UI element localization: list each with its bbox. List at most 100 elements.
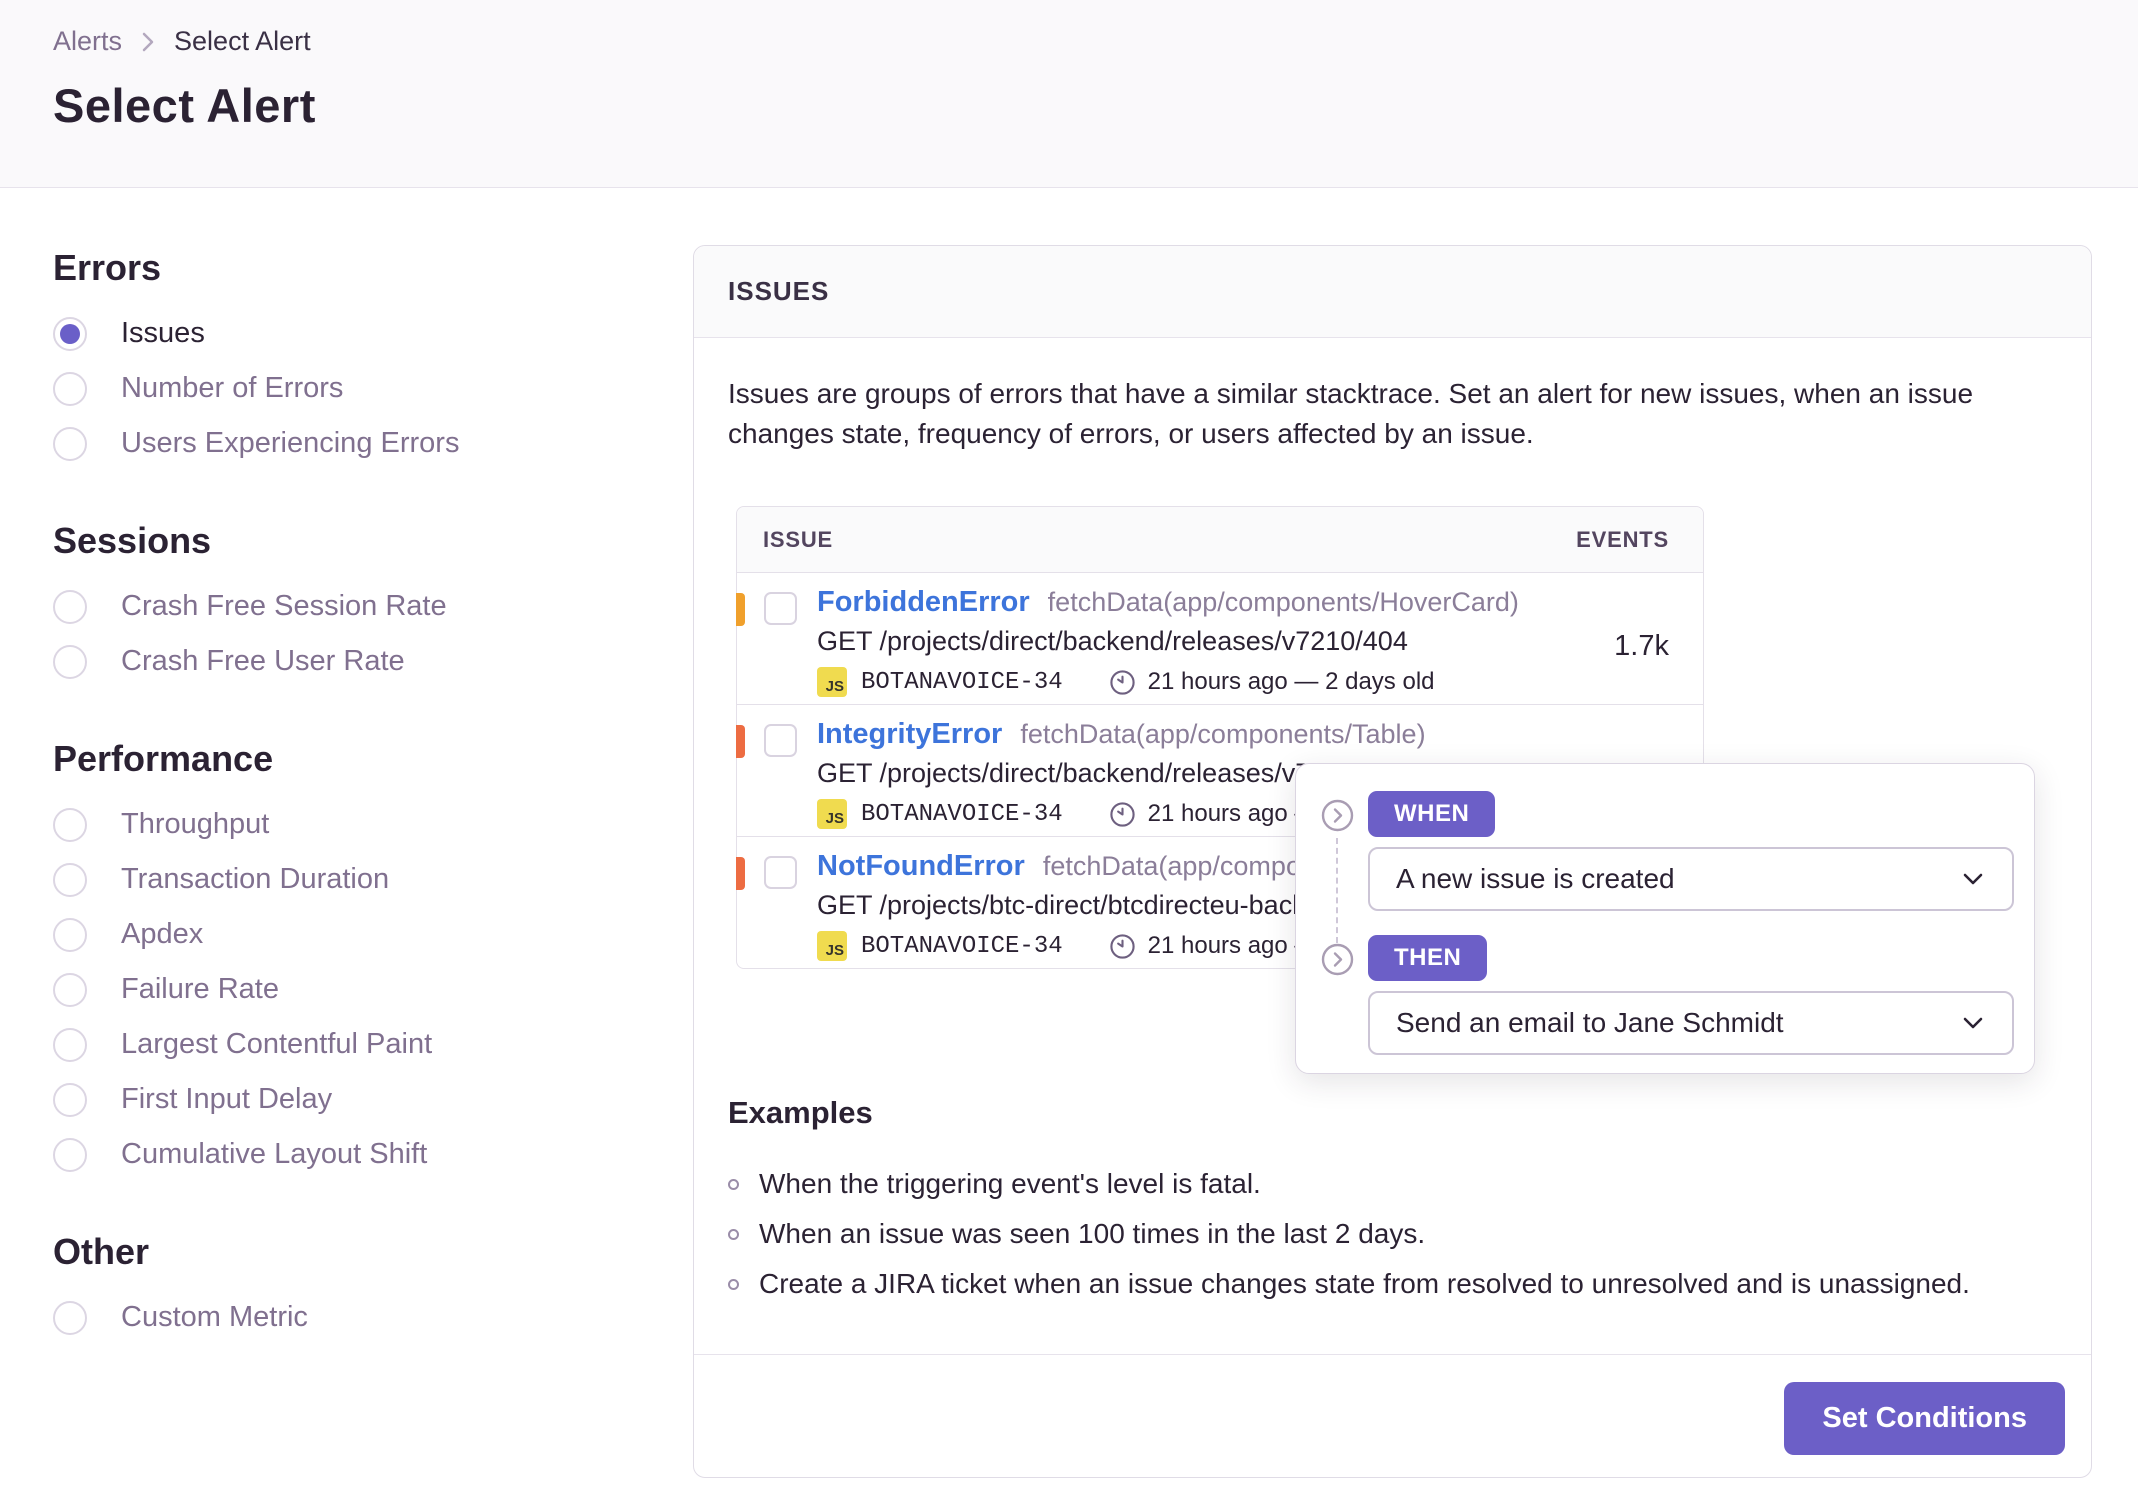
panel-header: ISSUES — [694, 246, 2091, 338]
radio-option-number-of-errors[interactable]: Number of Errors — [53, 361, 653, 416]
javascript-platform-icon: JS — [817, 931, 847, 961]
issue-row-forbiddenerror[interactable]: ForbiddenError fetchData(app/components/… — [736, 572, 1703, 704]
radio-option-throughput[interactable]: Throughput — [53, 797, 653, 852]
radio-option-crash-free-session-rate[interactable]: Crash Free Session Rate — [53, 579, 653, 634]
level-indicator — [736, 725, 745, 758]
breadcrumb: Alerts Select Alert — [53, 26, 311, 57]
radio-label: Transaction Duration — [121, 863, 390, 895]
issue-title-link[interactable]: NotFoundError — [817, 850, 1025, 883]
clock-icon — [1109, 801, 1135, 827]
radio-option-failure-rate[interactable]: Failure Rate — [53, 962, 653, 1017]
radio-button[interactable] — [53, 862, 87, 897]
bullet-icon — [728, 1178, 739, 1190]
javascript-platform-icon: JS — [817, 667, 847, 697]
radio-label: Crash Free User Rate — [121, 645, 405, 677]
issue-short-id: BOTANAVOICE-34 — [861, 932, 1063, 960]
level-indicator — [736, 593, 745, 626]
issue-short-id: BOTANAVOICE-34 — [861, 668, 1063, 696]
radio-button[interactable] — [53, 589, 87, 624]
panel-description: Issues are groups of errors that have a … — [728, 378, 1974, 449]
radio-label: Custom Metric — [121, 1301, 308, 1333]
issue-culprit: fetchData(app/components/HoverCard) — [1047, 587, 1519, 617]
issue-short-id: BOTANAVOICE-34 — [861, 800, 1063, 828]
radio-option-first-input-delay[interactable]: First Input Delay — [53, 1072, 653, 1127]
when-condition-value: A new issue is created — [1396, 863, 1675, 894]
alert-rule-preview-card: WHEN A new issue is created THEN Send an… — [1295, 763, 2035, 1074]
radio-button[interactable] — [53, 426, 87, 461]
level-indicator — [736, 857, 745, 890]
table-header-row: ISSUE EVENTS — [737, 507, 1703, 572]
radio-label: Issues — [121, 317, 205, 349]
example-item: Create a JIRA ticket when an issue chang… — [728, 1259, 1970, 1309]
panel-title: ISSUES — [728, 276, 830, 306]
examples-list: When the triggering event's level is fat… — [728, 1159, 1970, 1309]
chevron-circle-icon — [1321, 943, 1354, 976]
when-badge: WHEN — [1368, 791, 1496, 837]
page-header: Alerts Select Alert Select Alert — [0, 0, 2138, 188]
breadcrumb-alerts-link[interactable]: Alerts — [53, 26, 122, 57]
radio-button[interactable] — [53, 644, 87, 679]
radio-option-transaction-duration[interactable]: Transaction Duration — [53, 852, 653, 907]
clock-icon — [1109, 669, 1135, 695]
radio-option-cumulative-layout-shift[interactable]: Cumulative Layout Shift — [53, 1127, 653, 1182]
issue-checkbox[interactable] — [764, 592, 797, 625]
column-issue: ISSUE — [763, 526, 834, 552]
radio-option-largest-contentful-paint[interactable]: Largest Contentful Paint — [53, 1017, 653, 1072]
radio-button[interactable] — [53, 1082, 87, 1117]
chevron-down-icon — [1963, 1017, 1983, 1029]
example-item: When an issue was seen 100 times in the … — [728, 1209, 1970, 1259]
group-errors: Errors Issues Number of Errors Users Exp… — [53, 246, 653, 471]
issue-checkbox[interactable] — [764, 724, 797, 757]
radio-option-issues[interactable]: Issues — [53, 306, 653, 361]
radio-option-crash-free-user-rate[interactable]: Crash Free User Rate — [53, 634, 653, 689]
chevron-down-icon — [1963, 873, 1983, 885]
select-alert-page: Alerts Select Alert Select Alert Errors … — [0, 0, 2138, 1496]
radio-button[interactable] — [53, 316, 87, 351]
column-events: EVENTS — [1576, 526, 1669, 552]
radio-label: Apdex — [121, 918, 204, 950]
group-heading: Sessions — [53, 520, 212, 561]
group-other: Other Custom Metric — [53, 1230, 653, 1345]
then-action-select[interactable]: Send an email to Jane Schmidt — [1368, 991, 2014, 1055]
radio-label: Cumulative Layout Shift — [121, 1138, 428, 1170]
radio-option-users-experiencing-errors[interactable]: Users Experiencing Errors — [53, 416, 653, 471]
set-conditions-button[interactable]: Set Conditions — [1784, 1382, 2065, 1455]
example-item: When the triggering event's level is fat… — [728, 1159, 1970, 1209]
alert-type-sidebar: Errors Issues Number of Errors Users Exp… — [53, 246, 653, 1393]
then-action-value: Send an email to Jane Schmidt — [1396, 1007, 1784, 1038]
radio-label: First Input Delay — [121, 1083, 333, 1115]
group-heading: Other — [53, 1231, 150, 1272]
examples-section: Examples When the triggering event's lev… — [728, 1095, 1970, 1309]
radio-button[interactable] — [53, 917, 87, 952]
radio-label: Throughput — [121, 808, 270, 840]
when-condition-select[interactable]: A new issue is created — [1368, 847, 2014, 911]
radio-label: Number of Errors — [121, 372, 344, 404]
radio-button[interactable] — [53, 1027, 87, 1062]
group-heading: Performance — [53, 738, 274, 779]
group-performance: Performance Throughput Transaction Durat… — [53, 737, 653, 1182]
radio-button[interactable] — [53, 807, 87, 842]
chevron-circle-icon — [1321, 799, 1354, 832]
javascript-platform-icon: JS — [817, 799, 847, 829]
radio-button[interactable] — [53, 371, 87, 406]
issue-title-link[interactable]: IntegrityError — [817, 718, 1002, 751]
clock-icon — [1109, 933, 1135, 959]
panel-footer: Set Conditions — [694, 1354, 2091, 1477]
radio-button[interactable] — [53, 1137, 87, 1172]
radio-option-custom-metric[interactable]: Custom Metric — [53, 1290, 653, 1345]
page-title: Select Alert — [53, 79, 316, 132]
radio-label: Failure Rate — [121, 973, 279, 1005]
radio-button[interactable] — [53, 1300, 87, 1335]
then-badge: THEN — [1368, 935, 1488, 981]
examples-heading: Examples — [728, 1095, 873, 1130]
issue-title-link[interactable]: ForbiddenError — [817, 586, 1030, 619]
chevron-right-icon — [142, 32, 154, 51]
issue-culprit: fetchData(app/components/Table) — [1020, 719, 1426, 749]
issue-age: 21 hours ago — 2 days old — [1147, 668, 1435, 695]
radio-option-apdex[interactable]: Apdex — [53, 907, 653, 962]
radio-button[interactable] — [53, 972, 87, 1007]
group-heading: Errors — [53, 247, 162, 288]
issue-checkbox[interactable] — [764, 856, 797, 889]
events-count: 1.7k — [1614, 630, 1669, 662]
bullet-icon — [728, 1228, 739, 1240]
